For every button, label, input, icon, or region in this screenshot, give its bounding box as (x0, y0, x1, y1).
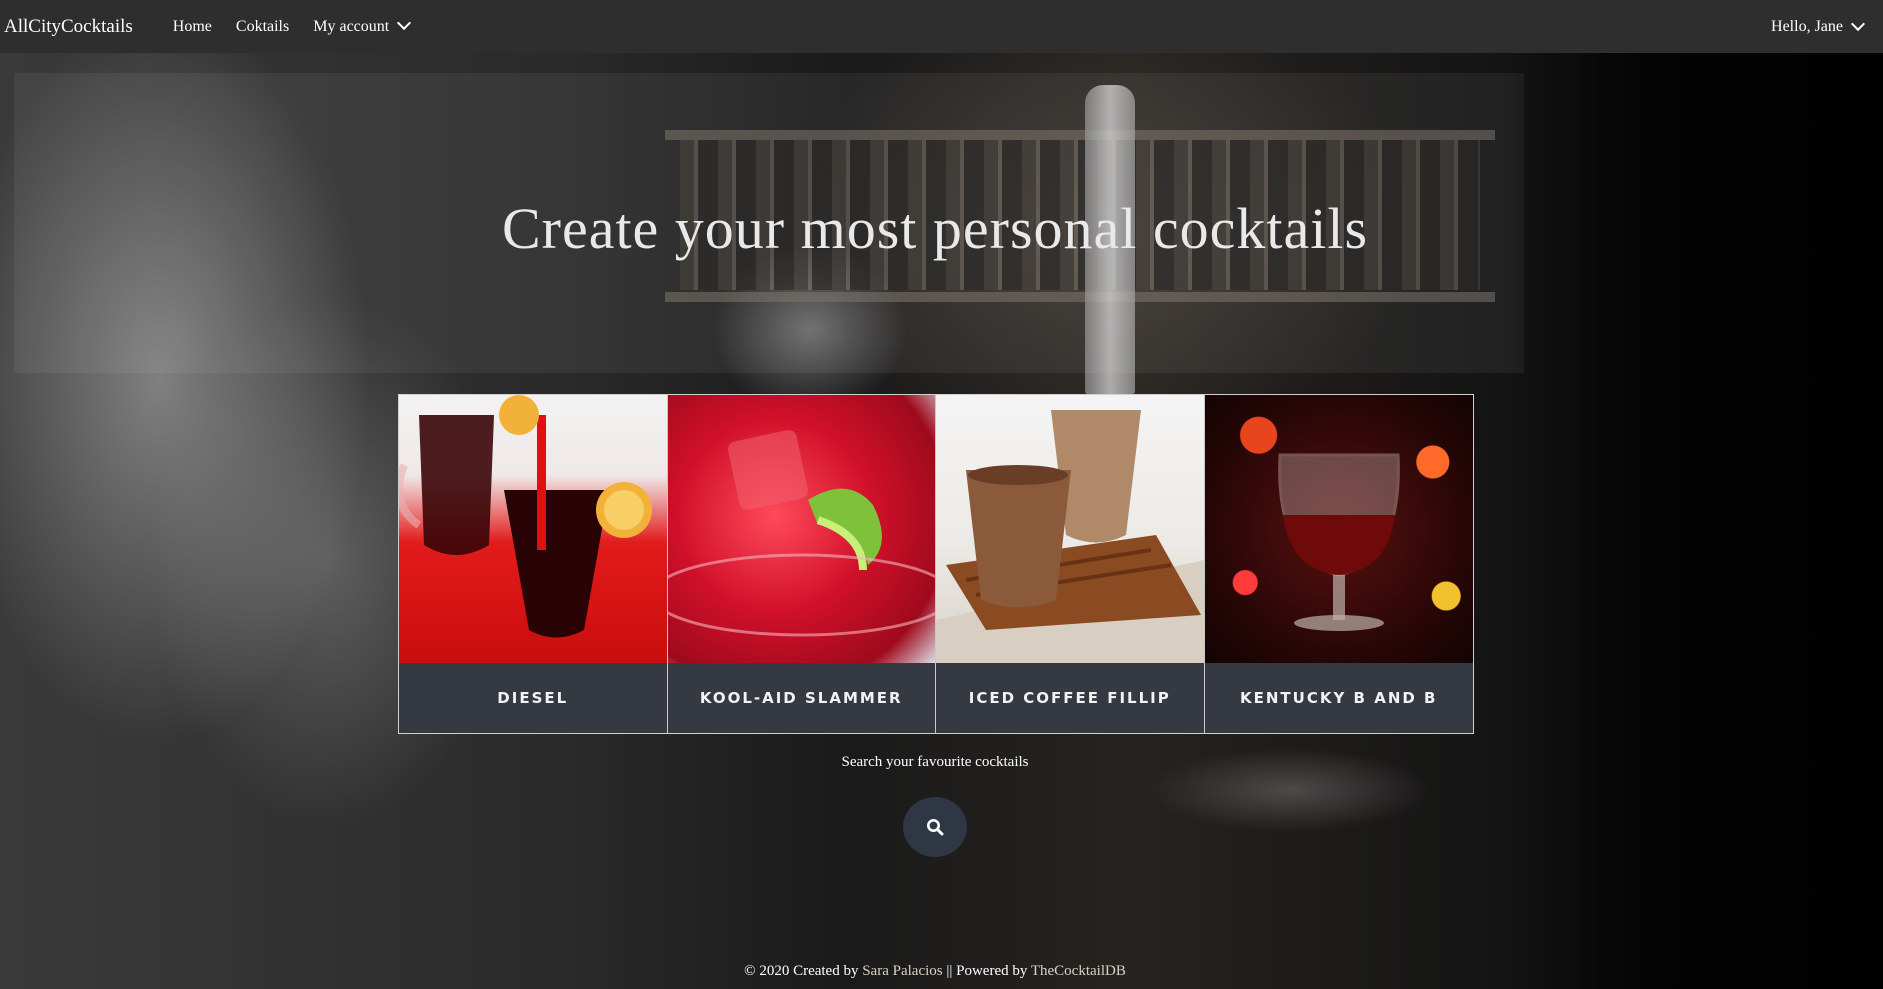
footer-author-link[interactable]: Sara Palacios (862, 963, 942, 979)
cocktail-image-iced-coffee-fillip (936, 395, 1204, 663)
cocktail-card[interactable]: Kentucky B and B (1204, 395, 1473, 733)
cocktail-image-diesel (399, 395, 667, 663)
search-button[interactable] (903, 797, 967, 857)
cocktail-cards: Diesel Kool-Aid Slammer Iced Coff (398, 394, 1474, 734)
brand-logo[interactable]: AllCityCocktails (4, 16, 133, 38)
cocktail-card[interactable]: Iced Coffee Fillip (936, 395, 1205, 733)
cocktail-card[interactable]: Diesel (399, 395, 668, 733)
cocktail-name: Kentucky B and B (1204, 663, 1473, 733)
search-label: Search your favourite cocktails (841, 754, 1029, 770)
footer-source-link[interactable]: TheCocktailDB (1031, 963, 1126, 979)
cocktail-card[interactable]: Kool-Aid Slammer (667, 395, 936, 733)
cocktail-name: Kool-Aid Slammer (667, 663, 935, 733)
nav-my-account[interactable]: My account (313, 15, 412, 36)
navbar: AllCityCocktails Home Coktails My accoun… (0, 0, 1883, 53)
nav-home[interactable]: Home (173, 18, 212, 36)
chevron-down-icon (397, 15, 412, 30)
footer-copyright: © 2020 Created by (744, 963, 859, 979)
nav-links: Home Coktails My account (173, 15, 412, 36)
background-shadow (1503, 53, 1883, 989)
hero-title: Create your most personal cocktails (501, 196, 1369, 261)
user-menu[interactable]: Hello, Jane (1771, 0, 1866, 53)
nav-my-account-label: My account (313, 17, 390, 35)
cocktail-name: Iced Coffee Fillip (936, 663, 1204, 733)
user-greeting: Hello, Jane (1771, 17, 1843, 35)
cocktail-image-kool-aid-slammer (667, 395, 935, 663)
nav-cocktails[interactable]: Coktails (236, 18, 289, 36)
cocktail-image-kentucky-b-and-b (1204, 395, 1473, 663)
cocktail-name: Diesel (399, 663, 667, 733)
search-icon (927, 819, 944, 836)
footer: © 2020 Created by Sara Palacios || Power… (0, 963, 1870, 980)
footer-separator: || Powered by (946, 963, 1028, 979)
chevron-down-icon (1850, 16, 1866, 31)
